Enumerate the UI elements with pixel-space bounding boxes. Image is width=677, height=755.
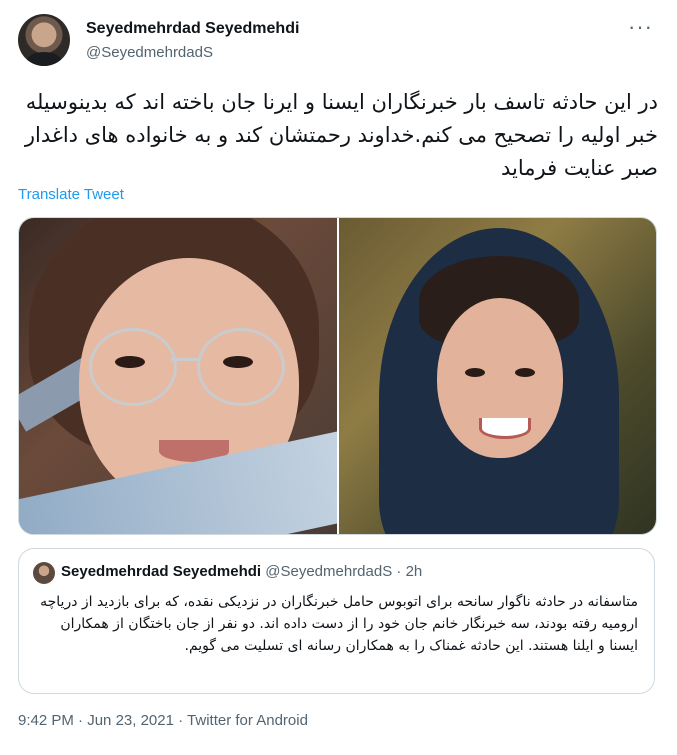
photo-smile	[478, 418, 531, 439]
footer-separator: ·	[78, 712, 84, 729]
author-avatar[interactable]	[18, 14, 70, 66]
quoted-tweet-time: 2h	[405, 563, 423, 580]
more-options-icon[interactable]: ···	[628, 14, 653, 40]
quoted-author-handle: @SeyedmehrdadS	[265, 563, 393, 580]
photo-eye	[464, 368, 485, 377]
tweet-footer: 9:42 PM · Jun 23, 2021 · Twitter for And…	[18, 712, 308, 729]
quoted-author-name: Seyedmehrdad Seyedmehdi	[61, 563, 262, 580]
photo-left[interactable]	[19, 218, 337, 534]
photo-right[interactable]	[338, 218, 656, 534]
photo-glasses-lens	[197, 328, 285, 406]
quoted-author-avatar	[33, 562, 55, 584]
avatar-shirt	[26, 52, 62, 66]
quoted-separator: ·	[396, 563, 402, 580]
footer-separator: ·	[178, 712, 184, 729]
author-handle[interactable]: @SeyedmehrdadS	[86, 44, 213, 61]
tweet-media	[18, 217, 657, 535]
photo-glasses-bridge	[171, 358, 199, 361]
author-display-name[interactable]: Seyedmehrdad Seyedmehdi	[86, 20, 299, 38]
quoted-tweet-header: Seyedmehrdad Seyedmehdi @SeyedmehrdadS ·…	[61, 563, 422, 580]
tweet-source[interactable]: Twitter for Android	[187, 712, 308, 729]
tweet-date[interactable]: Jun 23, 2021	[87, 712, 174, 729]
tweet-text: در این حادثه تاسف بار خبرنگاران ایسنا و …	[24, 90, 658, 180]
quoted-tweet[interactable]: Seyedmehrdad Seyedmehdi @SeyedmehrdadS ·…	[18, 548, 655, 694]
tweet-time[interactable]: 9:42 PM	[18, 712, 74, 729]
quoted-tweet-text: متاسفانه در حادثه ناگوار سانحه برای اتوب…	[40, 594, 638, 654]
photo-eye	[514, 368, 535, 377]
photo-glasses-lens	[89, 328, 177, 406]
translate-tweet-link[interactable]: Translate Tweet	[18, 186, 124, 203]
